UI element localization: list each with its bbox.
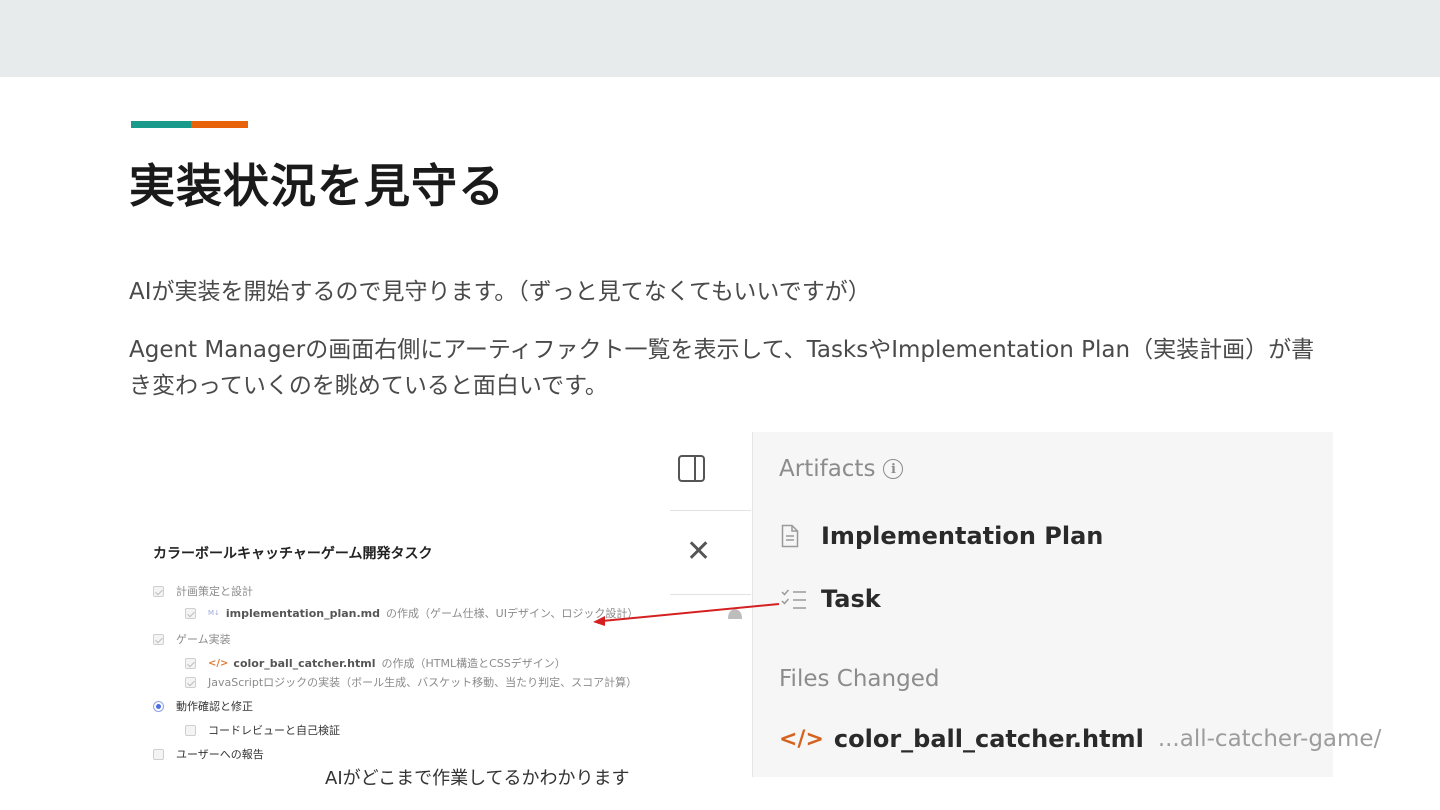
task-item-current: 動作確認と修正 bbox=[153, 698, 253, 714]
divider bbox=[670, 594, 751, 595]
slide-title: 実装状況を見守る bbox=[129, 159, 505, 213]
screenshot-caption: AIがどこまで作業してるかわかります bbox=[325, 768, 630, 789]
artifact-task[interactable]: Task bbox=[781, 585, 881, 613]
artifact-implementation-plan[interactable]: Implementation Plan bbox=[781, 522, 1103, 550]
markdown-icon: M↓ bbox=[208, 609, 220, 617]
task-item: コードレビューと自己検証 bbox=[185, 722, 340, 738]
code-icon: </> bbox=[208, 657, 229, 669]
task-item: </> color_ball_catcher.html の作成（HTML構造とC… bbox=[185, 655, 566, 671]
task-item: ユーザーへの報告 bbox=[153, 746, 264, 762]
artifacts-heading: Artifacts i bbox=[779, 456, 904, 482]
info-icon[interactable]: i bbox=[883, 459, 904, 479]
slide-paragraph-2: Agent Managerの画面右側にアーティファクト一覧を表示して、Tasks… bbox=[129, 337, 1315, 399]
artifacts-panel: Artifacts i Implementation Plan Task Fil… bbox=[752, 432, 1381, 777]
checkbox[interactable] bbox=[185, 676, 196, 688]
checkbox[interactable] bbox=[153, 633, 164, 645]
task-item: JavaScriptロジックの実装（ボール生成、バスケット移動、当たり判定、スコ… bbox=[185, 674, 637, 690]
task-item: M↓ implementation_plan.md の作成（ゲーム仕様、UIデザ… bbox=[185, 605, 638, 621]
side-icon-column bbox=[670, 432, 751, 777]
header-band bbox=[0, 0, 1440, 77]
close-icon[interactable]: ✕ bbox=[686, 536, 711, 568]
checkbox[interactable] bbox=[153, 585, 164, 597]
task-item: 計画策定と設計 bbox=[153, 583, 253, 599]
slide-paragraph-1: AIが実装を開始するので見守ります。（ずっと見てなくてもいいですが） bbox=[129, 279, 871, 305]
file-link[interactable]: implementation_plan.md bbox=[226, 607, 380, 620]
accent-bar-teal bbox=[131, 121, 191, 128]
document-icon bbox=[781, 524, 799, 548]
accent-bar-orange bbox=[191, 121, 248, 128]
task-item: ゲーム実装 bbox=[153, 631, 231, 647]
checkbox[interactable] bbox=[185, 657, 196, 669]
files-changed-heading: Files Changed bbox=[779, 666, 940, 692]
checkbox[interactable] bbox=[153, 748, 164, 760]
checkbox[interactable] bbox=[185, 724, 196, 736]
code-icon: </> bbox=[779, 726, 824, 752]
checklist-icon bbox=[781, 589, 806, 609]
changed-file-color-ball-catcher[interactable]: </> color_ball_catcher.html ...all-catch… bbox=[779, 725, 1381, 753]
task-list-title: カラーボールキャッチャーゲーム開発タスク bbox=[153, 546, 433, 562]
checkbox[interactable] bbox=[185, 607, 196, 619]
file-link[interactable]: color_ball_catcher.html bbox=[233, 657, 375, 670]
divider bbox=[670, 510, 751, 511]
bell-icon[interactable] bbox=[725, 606, 745, 620]
panel-toggle-icon[interactable] bbox=[678, 455, 705, 482]
file-path: ...all-catcher-game/ bbox=[1157, 726, 1382, 752]
in-progress-indicator[interactable] bbox=[153, 700, 164, 712]
